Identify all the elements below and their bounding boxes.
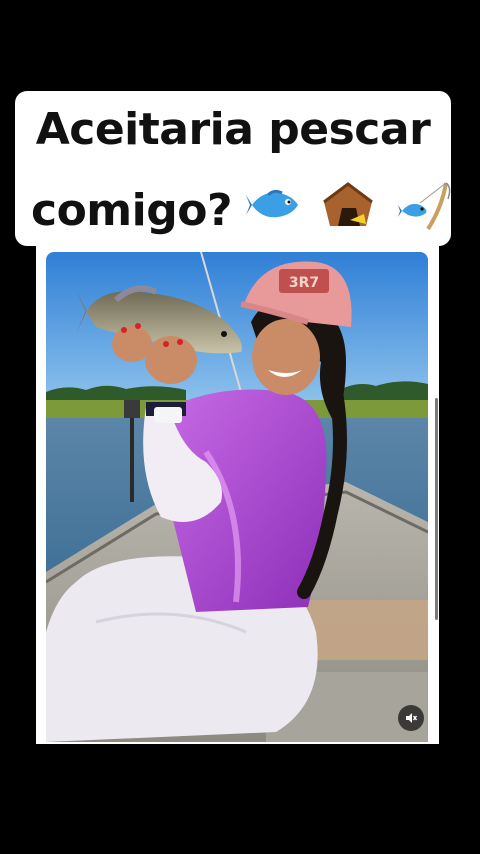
fishing-pole-emoji <box>398 177 454 244</box>
caption-line-2: comigo? <box>31 177 451 244</box>
mute-button[interactable] <box>398 705 424 731</box>
screen: 3R7 Aceitaria pescar comigo? <box>0 0 480 854</box>
post-photo[interactable]: 3R7 <box>46 252 428 742</box>
caption-box: Aceitaria pescar comigo? <box>15 91 451 246</box>
fish-emoji <box>246 185 302 236</box>
caption-line-2-text: comigo? <box>31 184 233 236</box>
cap-patch-text: 3R7 <box>289 275 319 291</box>
scrollbar[interactable] <box>435 398 438 620</box>
speaker-muted-icon <box>406 713 418 723</box>
fish-trap-emoji <box>320 180 376 241</box>
caption-line-1: Aceitaria pescar <box>35 104 431 155</box>
